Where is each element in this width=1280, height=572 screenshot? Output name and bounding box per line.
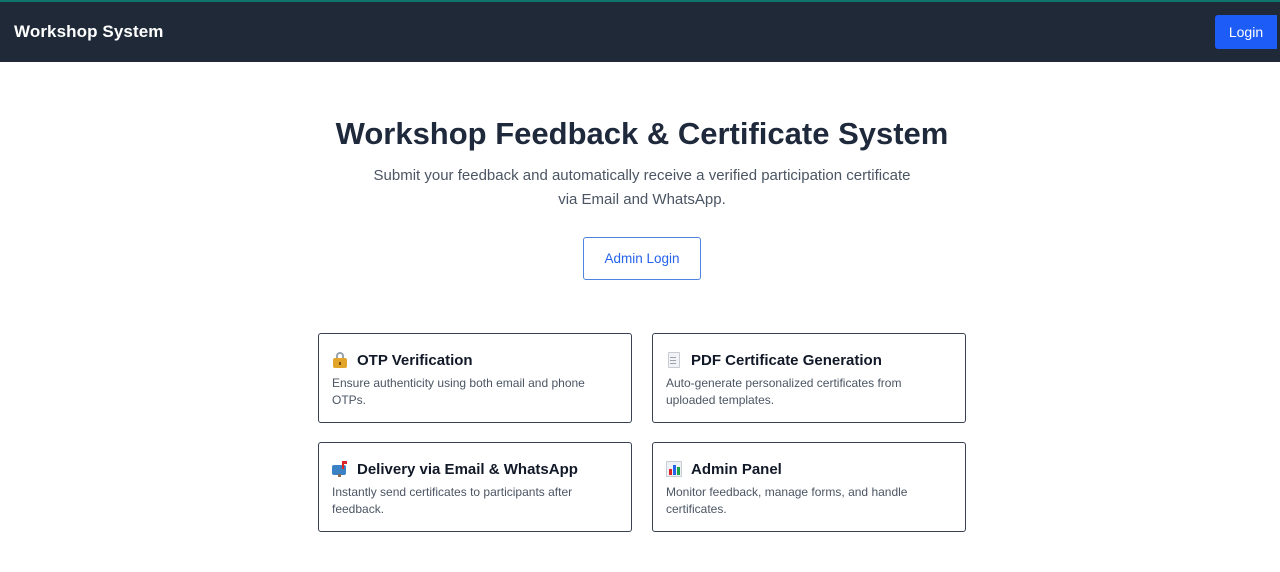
mailbox-icon (332, 461, 348, 477)
feature-card-delivery: Delivery via Email & WhatsApp Instantly … (318, 442, 632, 532)
feature-title: Admin Panel (691, 460, 782, 478)
document-icon (666, 352, 682, 368)
admin-login-button[interactable]: Admin Login (583, 237, 701, 280)
feature-description: Instantly send certificates to participa… (332, 485, 573, 516)
feature-card-pdf: PDF Certificate Generation Auto-generate… (652, 333, 966, 423)
feature-title: PDF Certificate Generation (691, 351, 882, 369)
feature-description: Auto-generate personalized certificates … (666, 376, 902, 407)
feature-card-admin: Admin Panel Monitor feedback, manage for… (652, 442, 966, 532)
top-navbar: Workshop System Login (0, 0, 1280, 62)
page-title: Workshop Feedback & Certificate System (335, 116, 949, 151)
bar-chart-icon (666, 461, 682, 477)
feature-description: Monitor feedback, manage forms, and hand… (666, 485, 908, 516)
hero-subtitle: Submit your feedback and automatically r… (373, 167, 911, 208)
lock-icon (332, 352, 348, 368)
login-button[interactable]: Login (1215, 15, 1277, 49)
feature-title: Delivery via Email & WhatsApp (357, 460, 578, 478)
feature-title: OTP Verification (357, 351, 473, 369)
feature-description: Ensure authenticity using both email and… (332, 376, 585, 407)
brand-title[interactable]: Workshop System (14, 22, 164, 42)
feature-card-otp: OTP Verification Ensure authenticity usi… (318, 333, 632, 423)
